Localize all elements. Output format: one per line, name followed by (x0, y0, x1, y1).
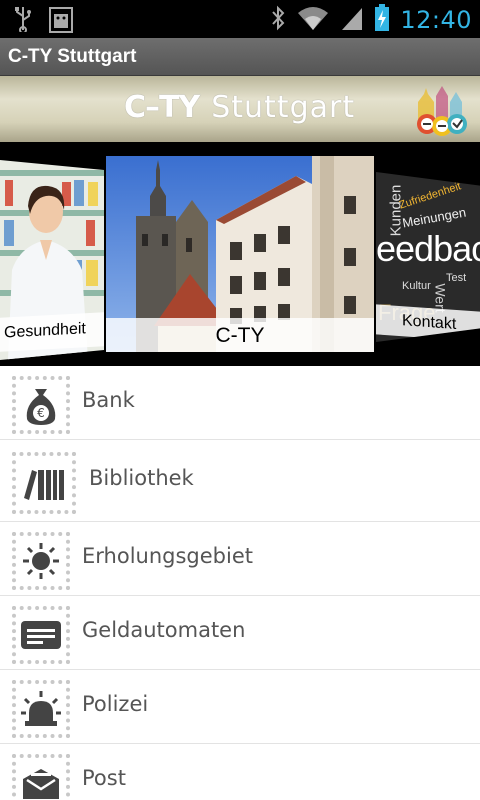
carousel-card-kontakt[interactable]: Kunden Zufriedenheit Meinungen eedbac Ku… (376, 172, 480, 342)
category-carousel[interactable]: Gesundheit C-TY Kunden Zufriedenheit Mei… (0, 142, 480, 366)
brand-city: Stuttgart (211, 90, 356, 125)
brand-mark: C–TY (124, 90, 200, 125)
carousel-card-c-ty[interactable]: C-TY (106, 156, 374, 352)
app-title: C-TY Stuttgart (8, 46, 137, 67)
books-icon (12, 452, 76, 514)
list-item-post[interactable]: Post (0, 744, 480, 800)
word-kultur: Kultur (402, 280, 431, 292)
list-item-bibliothek[interactable]: Bibliothek (0, 440, 480, 522)
word-test: Test (446, 272, 467, 284)
battery-charging-icon (374, 4, 390, 36)
list-item-label: Bibliothek (89, 466, 194, 490)
app-title-bar: C-TY Stuttgart (0, 38, 480, 76)
carousel-label-gesundheit: Gesundheit (0, 312, 104, 352)
money-bag-icon: € (12, 376, 70, 434)
list-item-erholungsgebiet[interactable]: Erholungsgebiet (0, 522, 480, 596)
android-debug-icon (48, 6, 74, 38)
list-item-polizei[interactable]: Polizei (0, 670, 480, 744)
svg-text:€: € (37, 406, 45, 420)
mail-envelope-icon (12, 754, 70, 800)
sun-icon (12, 532, 70, 590)
status-clock: 12:40 (400, 6, 472, 34)
list-item-label: Polizei (82, 692, 149, 716)
category-list: € Bank Bibliothek Erholungsgebiet Geldau… (0, 366, 480, 800)
atm-card-icon (12, 606, 70, 664)
usb-icon (14, 6, 32, 38)
list-item-label: Bank (82, 388, 135, 412)
bluetooth-icon (270, 5, 286, 35)
list-item-label: Geldautomaten (82, 618, 246, 642)
list-item-geldautomaten[interactable]: Geldautomaten (0, 596, 480, 670)
police-siren-icon (12, 680, 70, 738)
list-item-label: Erholungsgebiet (82, 544, 253, 568)
carousel-card-gesundheit[interactable]: Gesundheit (0, 160, 104, 360)
list-item-label: Post (82, 766, 126, 790)
brand-logo-text: C–TY Stuttgart (124, 90, 355, 125)
city-emblem-icon (412, 80, 472, 140)
header-banner: C–TY Stuttgart (0, 76, 480, 142)
carousel-label-c-ty: C-TY (106, 318, 374, 352)
status-bar: 12:40 (0, 0, 480, 38)
signal-icon (340, 5, 364, 35)
wifi-icon (296, 5, 330, 35)
word-feedback: eedbac (376, 228, 480, 269)
list-item-bank[interactable]: € Bank (0, 366, 480, 440)
